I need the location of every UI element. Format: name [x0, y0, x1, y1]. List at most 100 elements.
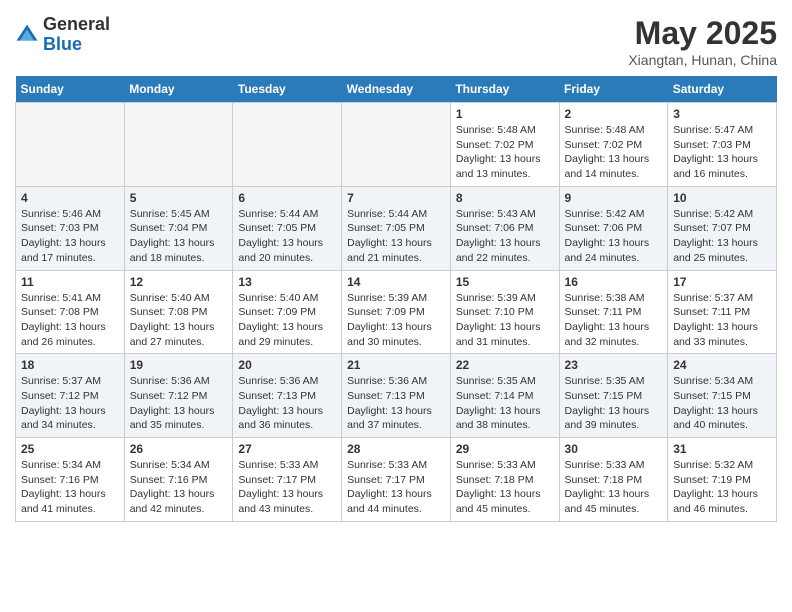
calendar-day-cell: 3 Sunrise: 5:47 AM Sunset: 7:03 PM Daylig… [668, 103, 777, 187]
day-number: 13 [238, 275, 336, 289]
day-number: 4 [21, 191, 119, 205]
day-number: 30 [565, 442, 663, 456]
day-info: Sunrise: 5:39 AM Sunset: 7:09 PM Dayligh… [347, 291, 445, 350]
calendar-day-cell: 21 Sunrise: 5:36 AM Sunset: 7:13 PM Dayli… [342, 354, 451, 438]
logo-text: General Blue [43, 15, 110, 55]
calendar-day-cell: 28 Sunrise: 5:33 AM Sunset: 7:17 PM Dayli… [342, 438, 451, 522]
day-number: 29 [456, 442, 554, 456]
calendar-day-cell: 29 Sunrise: 5:33 AM Sunset: 7:18 PM Dayli… [450, 438, 559, 522]
calendar-day-cell: 2 Sunrise: 5:48 AM Sunset: 7:02 PM Daylig… [559, 103, 668, 187]
calendar-day-cell: 16 Sunrise: 5:38 AM Sunset: 7:11 PM Dayli… [559, 270, 668, 354]
calendar-day-cell: 7 Sunrise: 5:44 AM Sunset: 7:05 PM Daylig… [342, 186, 451, 270]
day-info: Sunrise: 5:33 AM Sunset: 7:18 PM Dayligh… [456, 458, 554, 517]
calendar-day-cell: 12 Sunrise: 5:40 AM Sunset: 7:08 PM Dayli… [124, 270, 233, 354]
day-number: 7 [347, 191, 445, 205]
day-info: Sunrise: 5:36 AM Sunset: 7:13 PM Dayligh… [347, 374, 445, 433]
day-number: 8 [456, 191, 554, 205]
calendar-day-cell: 15Sunrise: 5:39 AM Sunset: 7:10 PM Dayli… [450, 270, 559, 354]
title-block: May 2025 Xiangtan, Hunan, China [628, 15, 777, 68]
calendar-day-cell: 30Sunrise: 5:33 AM Sunset: 7:18 PM Dayli… [559, 438, 668, 522]
day-number: 25 [21, 442, 119, 456]
day-number: 15 [456, 275, 554, 289]
calendar-day-cell: 27 Sunrise: 5:33 AM Sunset: 7:17 PM Dayli… [233, 438, 342, 522]
day-info: Sunrise: 5:42 AM Sunset: 7:06 PM Dayligh… [565, 207, 663, 266]
calendar-day-cell: 19Sunrise: 5:36 AM Sunset: 7:12 PM Dayli… [124, 354, 233, 438]
day-number: 24 [673, 358, 771, 372]
day-number: 6 [238, 191, 336, 205]
day-info: Sunrise: 5:44 AM Sunset: 7:05 PM Dayligh… [347, 207, 445, 266]
weekday-header: Saturday [668, 76, 777, 103]
calendar-day-cell [233, 103, 342, 187]
calendar-day-cell: 23 Sunrise: 5:35 AM Sunset: 7:15 PM Dayli… [559, 354, 668, 438]
calendar-day-cell [342, 103, 451, 187]
calendar-week-row: 11Sunrise: 5:41 AM Sunset: 7:08 PM Dayli… [16, 270, 777, 354]
weekday-header: Thursday [450, 76, 559, 103]
calendar-day-cell: 17 Sunrise: 5:37 AM Sunset: 7:11 PM Dayli… [668, 270, 777, 354]
day-info: Sunrise: 5:35 AM Sunset: 7:15 PM Dayligh… [565, 374, 663, 433]
day-number: 27 [238, 442, 336, 456]
weekday-header: Monday [124, 76, 233, 103]
day-info: Sunrise: 5:44 AM Sunset: 7:05 PM Dayligh… [238, 207, 336, 266]
day-info: Sunrise: 5:41 AM Sunset: 7:08 PM Dayligh… [21, 291, 119, 350]
day-number: 28 [347, 442, 445, 456]
day-number: 31 [673, 442, 771, 456]
calendar-day-cell: 18 Sunrise: 5:37 AM Sunset: 7:12 PM Dayli… [16, 354, 125, 438]
month-year: May 2025 [628, 15, 777, 52]
calendar-day-cell: 25 Sunrise: 5:34 AM Sunset: 7:16 PM Dayli… [16, 438, 125, 522]
day-info: Sunrise: 5:46 AM Sunset: 7:03 PM Dayligh… [21, 207, 119, 266]
logo-general: General [43, 14, 110, 34]
day-info: Sunrise: 5:33 AM Sunset: 7:17 PM Dayligh… [238, 458, 336, 517]
calendar-day-cell: 4 Sunrise: 5:46 AM Sunset: 7:03 PM Daylig… [16, 186, 125, 270]
day-info: Sunrise: 5:35 AM Sunset: 7:14 PM Dayligh… [456, 374, 554, 433]
calendar-table: SundayMondayTuesdayWednesdayThursdayFrid… [15, 76, 777, 522]
weekday-header-row: SundayMondayTuesdayWednesdayThursdayFrid… [16, 76, 777, 103]
day-number: 5 [130, 191, 228, 205]
day-number: 12 [130, 275, 228, 289]
calendar-day-cell: 20 Sunrise: 5:36 AM Sunset: 7:13 PM Dayli… [233, 354, 342, 438]
day-info: Sunrise: 5:34 AM Sunset: 7:16 PM Dayligh… [21, 458, 119, 517]
logo-blue: Blue [43, 34, 82, 54]
day-info: Sunrise: 5:34 AM Sunset: 7:16 PM Dayligh… [130, 458, 228, 517]
day-info: Sunrise: 5:36 AM Sunset: 7:13 PM Dayligh… [238, 374, 336, 433]
day-number: 19 [130, 358, 228, 372]
weekday-header: Wednesday [342, 76, 451, 103]
day-number: 22 [456, 358, 554, 372]
day-info: Sunrise: 5:40 AM Sunset: 7:08 PM Dayligh… [130, 291, 228, 350]
day-info: Sunrise: 5:34 AM Sunset: 7:15 PM Dayligh… [673, 374, 771, 433]
calendar-week-row: 4 Sunrise: 5:46 AM Sunset: 7:03 PM Daylig… [16, 186, 777, 270]
day-number: 2 [565, 107, 663, 121]
day-number: 9 [565, 191, 663, 205]
day-info: Sunrise: 5:48 AM Sunset: 7:02 PM Dayligh… [565, 123, 663, 182]
day-info: Sunrise: 5:40 AM Sunset: 7:09 PM Dayligh… [238, 291, 336, 350]
day-number: 3 [673, 107, 771, 121]
calendar-day-cell: 13 Sunrise: 5:40 AM Sunset: 7:09 PM Dayli… [233, 270, 342, 354]
day-number: 14 [347, 275, 445, 289]
calendar-day-cell: 10Sunrise: 5:42 AM Sunset: 7:07 PM Dayli… [668, 186, 777, 270]
calendar-day-cell: 5 Sunrise: 5:45 AM Sunset: 7:04 PM Daylig… [124, 186, 233, 270]
calendar-day-cell: 31 Sunrise: 5:32 AM Sunset: 7:19 PM Dayli… [668, 438, 777, 522]
weekday-header: Tuesday [233, 76, 342, 103]
calendar-day-cell: 22 Sunrise: 5:35 AM Sunset: 7:14 PM Dayli… [450, 354, 559, 438]
day-number: 21 [347, 358, 445, 372]
day-number: 10 [673, 191, 771, 205]
calendar-day-cell: 8Sunrise: 5:43 AM Sunset: 7:06 PM Daylig… [450, 186, 559, 270]
calendar-day-cell: 26Sunrise: 5:34 AM Sunset: 7:16 PM Dayli… [124, 438, 233, 522]
day-info: Sunrise: 5:37 AM Sunset: 7:11 PM Dayligh… [673, 291, 771, 350]
day-info: Sunrise: 5:33 AM Sunset: 7:17 PM Dayligh… [347, 458, 445, 517]
calendar-week-row: 1Sunrise: 5:48 AM Sunset: 7:02 PM Daylig… [16, 103, 777, 187]
day-info: Sunrise: 5:38 AM Sunset: 7:11 PM Dayligh… [565, 291, 663, 350]
day-number: 20 [238, 358, 336, 372]
calendar-day-cell: 1Sunrise: 5:48 AM Sunset: 7:02 PM Daylig… [450, 103, 559, 187]
day-info: Sunrise: 5:47 AM Sunset: 7:03 PM Dayligh… [673, 123, 771, 182]
day-info: Sunrise: 5:32 AM Sunset: 7:19 PM Dayligh… [673, 458, 771, 517]
logo-icon [15, 23, 39, 47]
calendar-day-cell: 24 Sunrise: 5:34 AM Sunset: 7:15 PM Dayli… [668, 354, 777, 438]
day-info: Sunrise: 5:45 AM Sunset: 7:04 PM Dayligh… [130, 207, 228, 266]
day-number: 23 [565, 358, 663, 372]
day-number: 16 [565, 275, 663, 289]
day-number: 18 [21, 358, 119, 372]
calendar-day-cell: 9 Sunrise: 5:42 AM Sunset: 7:06 PM Daylig… [559, 186, 668, 270]
day-number: 17 [673, 275, 771, 289]
day-info: Sunrise: 5:37 AM Sunset: 7:12 PM Dayligh… [21, 374, 119, 433]
weekday-header: Sunday [16, 76, 125, 103]
